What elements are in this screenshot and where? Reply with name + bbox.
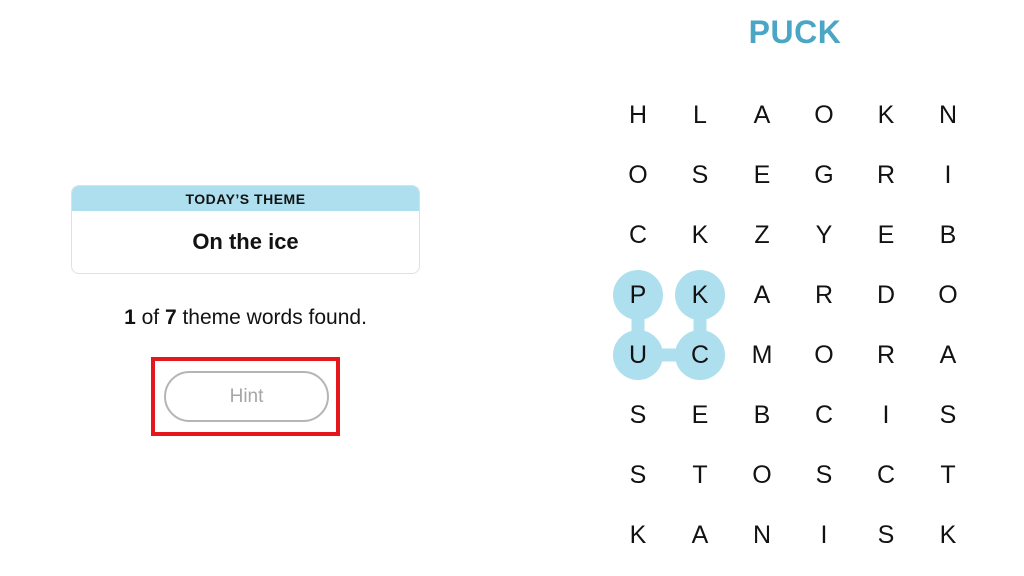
letter-cell[interactable]: C xyxy=(861,450,911,500)
letter-cell[interactable]: U xyxy=(613,330,663,380)
letter-cell[interactable]: D xyxy=(861,270,911,320)
letter-cell[interactable]: R xyxy=(799,270,849,320)
selection-connectors xyxy=(631,288,707,362)
letter-cell[interactable]: C xyxy=(613,210,663,260)
letter-cell[interactable]: S xyxy=(923,390,973,440)
theme-header: TODAY’S THEME xyxy=(72,186,419,211)
theme-card: TODAY’S THEME On the ice xyxy=(71,185,420,274)
letter-cell[interactable]: C xyxy=(799,390,849,440)
letter-cell[interactable]: S xyxy=(861,510,911,560)
letter-cell[interactable]: I xyxy=(923,150,973,200)
letter-cell[interactable]: S xyxy=(675,150,725,200)
letter-cell[interactable]: O xyxy=(799,90,849,140)
letter-cell[interactable]: E xyxy=(675,390,725,440)
letter-cell[interactable]: S xyxy=(613,450,663,500)
letter-cell[interactable]: R xyxy=(861,150,911,200)
letter-cell[interactable]: K xyxy=(675,210,725,260)
letter-cell[interactable]: S xyxy=(613,390,663,440)
current-word: PUCK xyxy=(748,14,842,50)
letter-cell[interactable]: H xyxy=(613,90,663,140)
found-count: 1 xyxy=(124,306,136,329)
letter-cell[interactable]: R xyxy=(861,330,911,380)
strands-game-screen: TODAY’S THEME On the ice 1 of 7 theme wo… xyxy=(0,0,1024,576)
letter-cell[interactable]: B xyxy=(737,390,787,440)
letter-cell[interactable]: A xyxy=(737,90,787,140)
letter-cell[interactable]: O xyxy=(799,330,849,380)
letter-cell[interactable]: I xyxy=(861,390,911,440)
total-count: 7 xyxy=(164,306,177,329)
letter-cell[interactable]: L xyxy=(675,90,725,140)
letter-cell[interactable]: K xyxy=(923,510,973,560)
letter-cell[interactable]: N xyxy=(737,510,787,560)
letter-cell[interactable]: O xyxy=(737,450,787,500)
letter-cell[interactable]: A xyxy=(923,330,973,380)
letter-cell[interactable]: C xyxy=(675,330,725,380)
letter-cell[interactable]: S xyxy=(799,450,849,500)
letter-cell[interactable]: O xyxy=(923,270,973,320)
letter-cell[interactable]: O xyxy=(613,150,663,200)
letter-grid: HLAOKNOSEGRICKZYEBPKARDOUCMORASEBCISSTOS… xyxy=(600,85,980,565)
progress-of: of xyxy=(135,306,165,329)
letter-cell[interactable]: Z xyxy=(737,210,787,260)
letter-cell[interactable]: E xyxy=(737,150,787,200)
letter-cell[interactable]: K xyxy=(861,90,911,140)
letter-cell[interactable]: K xyxy=(613,510,663,560)
letter-cell[interactable]: E xyxy=(861,210,911,260)
progress-text: 1 of 7 theme words found. xyxy=(71,306,420,330)
letter-cell[interactable]: N xyxy=(923,90,973,140)
theme-value: On the ice xyxy=(192,229,299,254)
letter-cell[interactable]: A xyxy=(737,270,787,320)
progress-suffix: theme words found. xyxy=(176,306,367,329)
letter-cell[interactable]: I xyxy=(799,510,849,560)
letter-cell[interactable]: P xyxy=(613,270,663,320)
hint-button[interactable]: Hint xyxy=(164,371,329,422)
letter-cell[interactable]: G xyxy=(799,150,849,200)
letter-cell[interactable]: T xyxy=(923,450,973,500)
letter-cell[interactable]: Y xyxy=(799,210,849,260)
letter-cell[interactable]: A xyxy=(675,510,725,560)
letter-cell[interactable]: K xyxy=(675,270,725,320)
letter-cell[interactable]: B xyxy=(923,210,973,260)
letter-cell[interactable]: M xyxy=(737,330,787,380)
letter-cell[interactable]: T xyxy=(675,450,725,500)
